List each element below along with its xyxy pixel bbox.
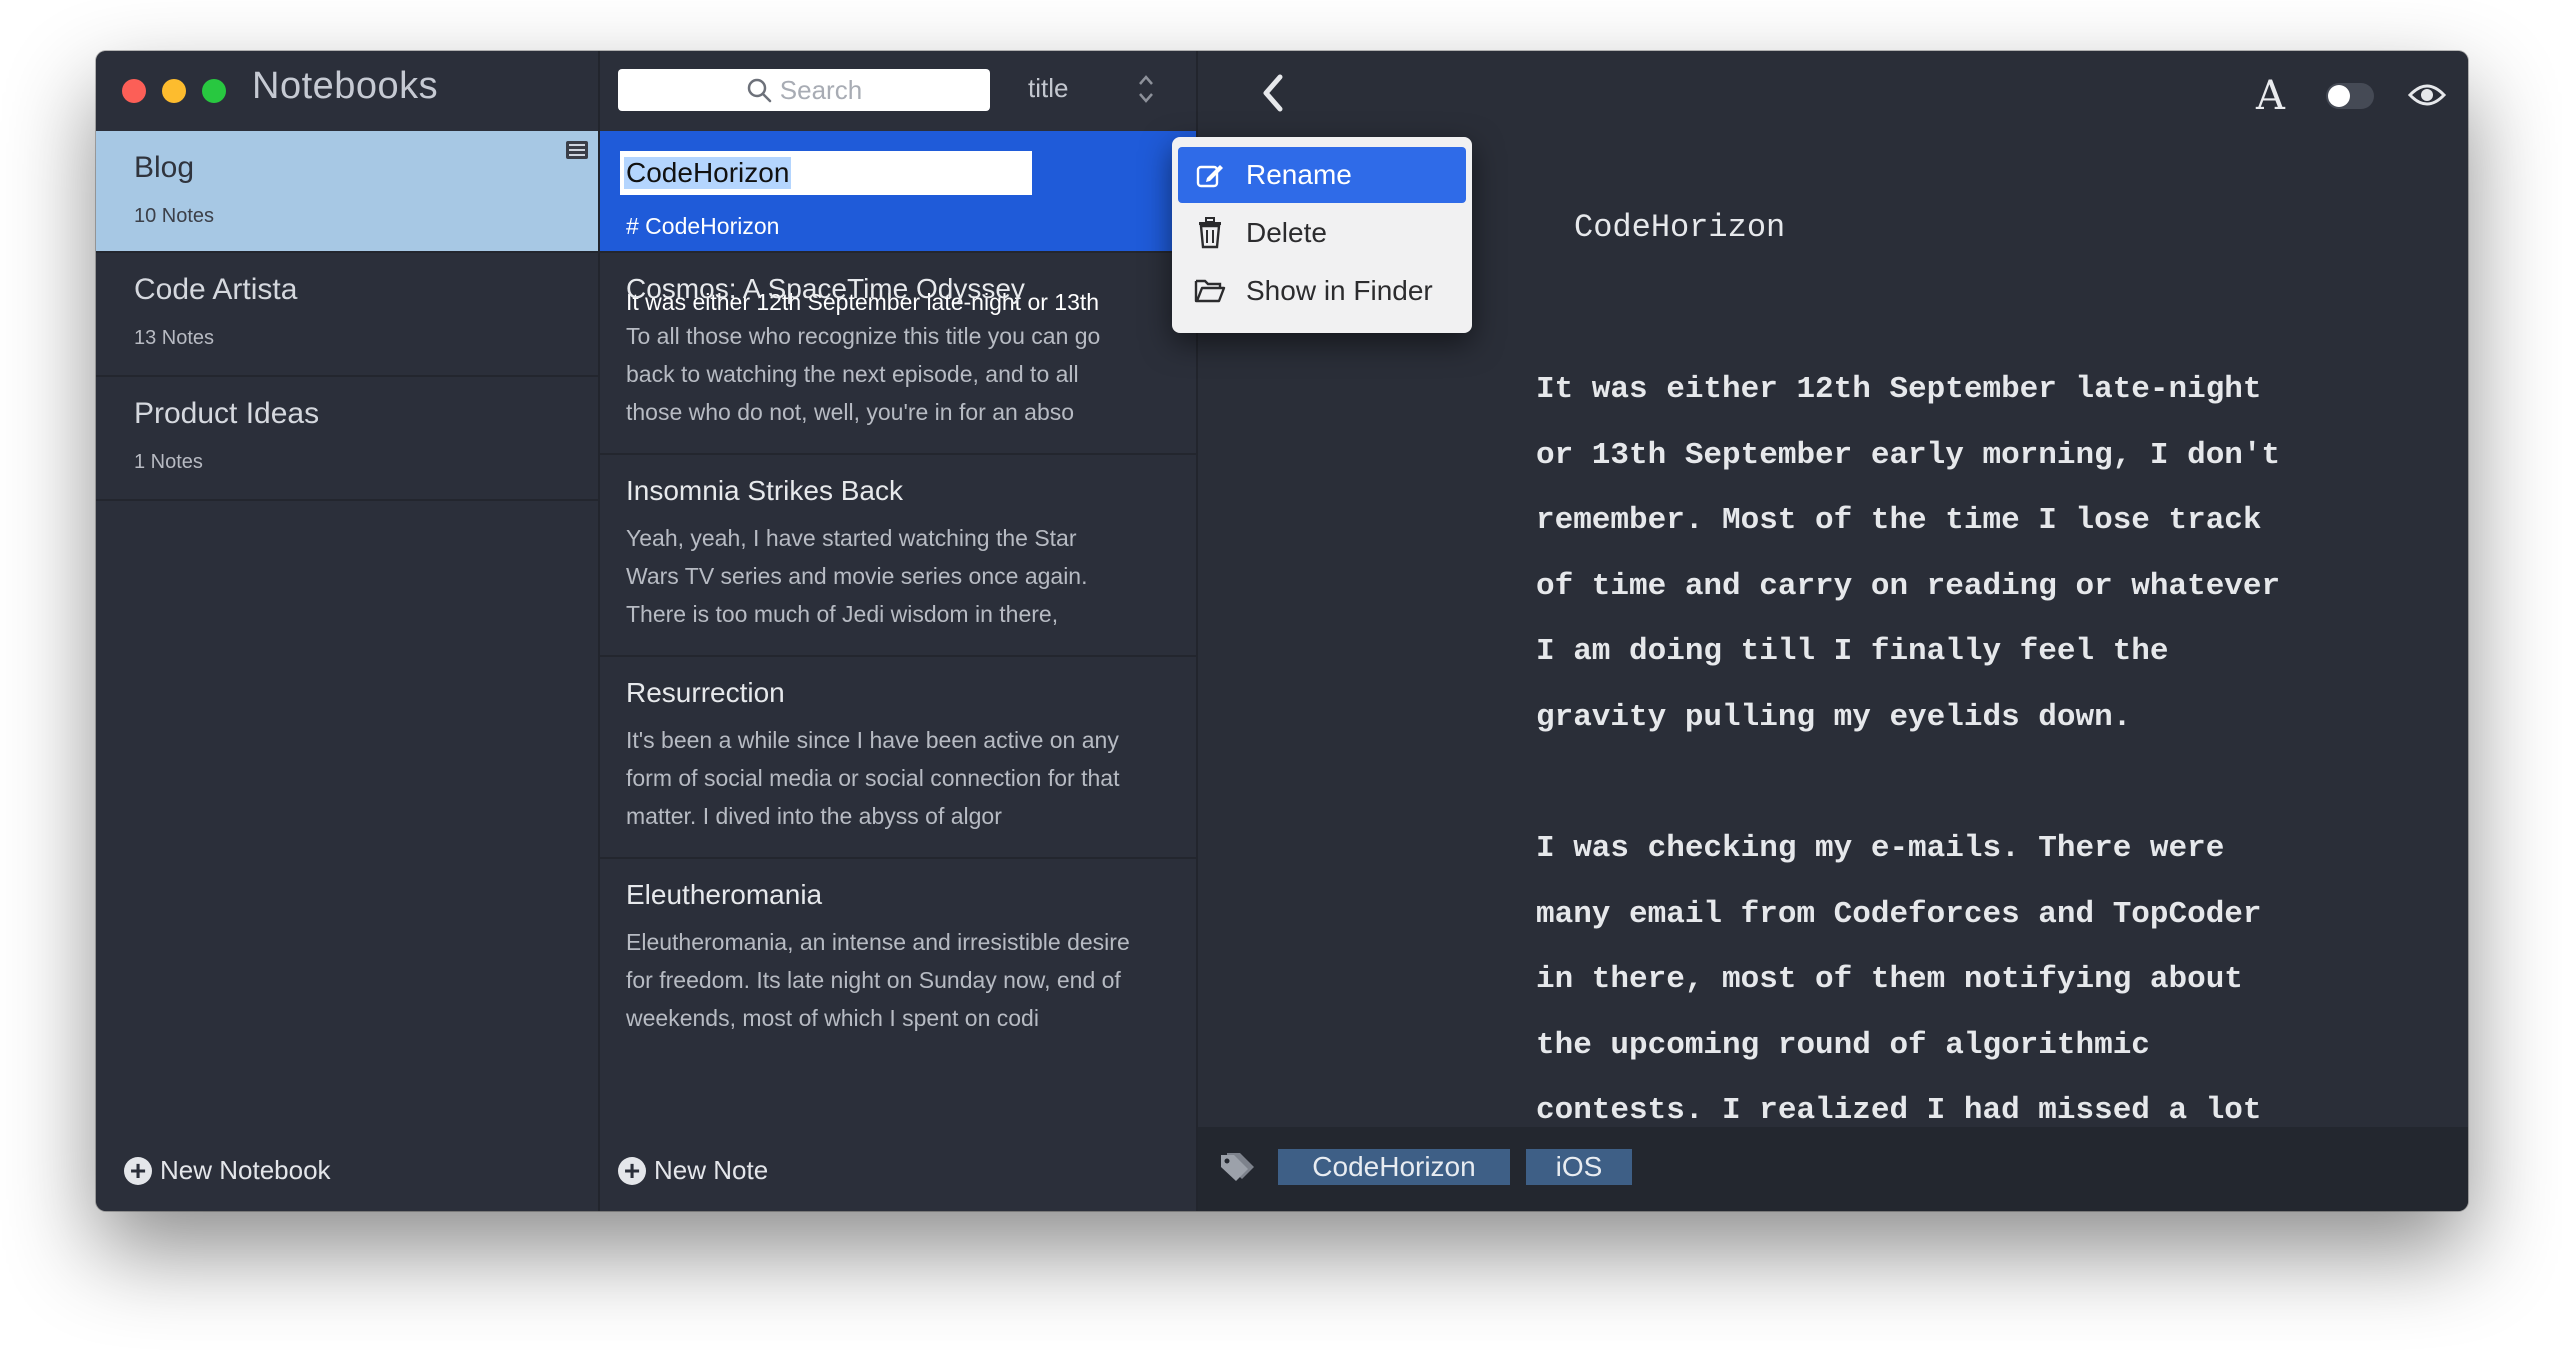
zoom-window-button[interactable] xyxy=(202,79,226,103)
document-line: remember. Most of the time I lose track xyxy=(1536,503,2262,539)
menu-item-show-in-finder[interactable]: Show in Finder xyxy=(1178,263,1466,319)
note-preview-line: It's been a while since I have been acti… xyxy=(626,727,1119,753)
toggle-knob xyxy=(2328,85,2350,107)
note-preview-line: There is too much of Jedi wisdom in ther… xyxy=(626,601,1059,627)
note-preview-line: Eleutheromania, an intense and irresisti… xyxy=(626,929,1130,955)
sidebar-title: Notebooks xyxy=(252,65,439,107)
notebooks-sidebar: Notebooks Blog 10 Notes Code Artista 13 … xyxy=(96,51,600,1211)
note-preview-line: matter. I dived into the abyss of algor xyxy=(626,803,1002,829)
trash-icon xyxy=(1192,215,1228,251)
note-preview: To all those who recognize this title yo… xyxy=(626,317,1146,431)
note-preview-line: for freedom. Its late night on Sunday no… xyxy=(626,967,1121,993)
menu-item-label: Delete xyxy=(1246,217,1327,248)
document-line: or 13th September early morning, I don't xyxy=(1536,437,2281,473)
document-line: the upcoming round of algorithmic xyxy=(1536,1027,2150,1063)
note-title: Insomnia Strikes Back xyxy=(626,475,903,506)
notebook-item-product-ideas[interactable]: Product Ideas 1 Notes xyxy=(96,377,598,501)
document-line: It was either 12th September late-night xyxy=(1536,372,2262,407)
note-title-rename-field[interactable]: CodeHorizon xyxy=(620,151,1032,195)
plus-circle-icon: + xyxy=(618,1156,646,1185)
note-item[interactable]: Eleutheromania Eleutheromania, an intens… xyxy=(600,859,1196,1061)
menu-item-delete[interactable]: Delete xyxy=(1178,205,1466,261)
document-line: gravity pulling my eyelids down. xyxy=(1536,699,2132,735)
search-input[interactable]: Search xyxy=(618,69,990,111)
notebook-name: Code Artista xyxy=(134,273,298,306)
note-item[interactable]: Resurrection It's been a while since I h… xyxy=(600,657,1196,859)
note-title: Resurrection xyxy=(626,677,785,708)
note-preview: Yeah, yeah, I have started watching the … xyxy=(626,519,1146,633)
eye-icon[interactable] xyxy=(2408,79,2446,111)
document-paragraph[interactable]: I was checking my e-mails. There were ma… xyxy=(1536,816,2336,1144)
document-line: of time and carry on reading or whatever xyxy=(1536,568,2281,604)
search-placeholder: Search xyxy=(779,74,863,105)
folder-icon xyxy=(1192,273,1228,309)
tag-chip[interactable]: iOS xyxy=(1526,1149,1632,1185)
tags-icon xyxy=(1221,1153,1254,1181)
document-line: in there, most of them notifying about xyxy=(1536,962,2243,998)
notebook-count: 10 Notes xyxy=(134,205,215,227)
menu-item-rename[interactable]: Rename xyxy=(1178,147,1466,203)
tag-chip[interactable]: CodeHorizon xyxy=(1278,1149,1510,1185)
minimize-window-button[interactable] xyxy=(162,79,186,103)
app-window: Notebooks Blog 10 Notes Code Artista 13 … xyxy=(96,51,2468,1211)
notebook-item-blog[interactable]: Blog 10 Notes xyxy=(96,131,598,253)
chevron-left-icon[interactable] xyxy=(1258,71,1288,115)
up-down-arrows-icon[interactable] xyxy=(1136,71,1156,107)
note-preview-line: Yeah, yeah, I have started watching the … xyxy=(626,525,1077,551)
note-preview-line: form of social media or social connectio… xyxy=(626,765,1120,791)
new-notebook-button[interactable]: + New Notebook xyxy=(124,1155,331,1186)
note-preview-line: weekends, most of which I spent on codi xyxy=(626,1005,1039,1031)
sort-select[interactable]: title xyxy=(1028,73,1068,104)
document-line: I was checking my e-mails. There were xyxy=(1536,831,2225,866)
notebook-menu-icon[interactable] xyxy=(566,141,588,159)
font-settings-icon[interactable]: A xyxy=(2256,73,2285,119)
notebook-item-code-artista[interactable]: Code Artista 13 Notes xyxy=(96,253,598,377)
edit-icon xyxy=(1192,157,1228,193)
note-preview-line: To all those who recognize this title yo… xyxy=(626,323,1101,349)
note-preview-line: Wars TV series and movie series once aga… xyxy=(626,563,1088,589)
note-item[interactable]: Cosmos: A SpaceTime Odyssey To all those… xyxy=(600,253,1196,455)
note-context-menu: Rename Delete Show in Finder xyxy=(1172,137,1472,333)
note-title: Cosmos: A SpaceTime Odyssey xyxy=(626,273,1025,304)
plus-circle-icon: + xyxy=(124,1156,152,1185)
note-list-panel: Search title CodeHorizon # CodeHorizon I… xyxy=(600,51,1198,1211)
notebook-name: Blog xyxy=(134,151,195,184)
theme-toggle[interactable] xyxy=(2326,83,2374,109)
new-note-button[interactable]: + New Note xyxy=(618,1155,768,1186)
search-icon xyxy=(747,78,772,103)
note-tag-line: # CodeHorizon xyxy=(626,213,780,239)
close-window-button[interactable] xyxy=(122,79,146,103)
menu-item-label: Show in Finder xyxy=(1246,275,1433,306)
notebook-count: 1 Notes xyxy=(134,451,203,473)
note-preview: Eleutheromania, an intense and irresisti… xyxy=(626,923,1146,1037)
document-line: I am doing till I finally feel the xyxy=(1536,634,2169,670)
document-paragraph[interactable]: It was either 12th September late-night … xyxy=(1536,357,2336,751)
notebook-name: Product Ideas xyxy=(134,397,320,430)
new-note-label: New Note xyxy=(654,1155,769,1185)
notebook-count: 13 Notes xyxy=(134,327,215,349)
note-item[interactable]: Insomnia Strikes Back Yeah, yeah, I have… xyxy=(600,455,1196,657)
note-item-active[interactable]: CodeHorizon # CodeHorizon It was either … xyxy=(600,131,1196,315)
note-preview-line: back to watching the next episode, and t… xyxy=(626,361,1079,387)
rename-field-text: CodeHorizon xyxy=(624,157,792,189)
note-preview-line: those who do not, well, you're in for an… xyxy=(626,399,1075,425)
note-preview: It's been a while since I have been acti… xyxy=(626,721,1146,835)
document-heading[interactable]: CodeHorizon xyxy=(1574,209,1785,246)
new-notebook-label: New Notebook xyxy=(160,1155,331,1185)
menu-item-label: Rename xyxy=(1246,159,1352,190)
titlebar: Notebooks xyxy=(96,51,598,131)
note-title: Eleutheromania xyxy=(626,879,823,910)
tag-bar: CodeHorizon iOS xyxy=(1198,1127,2468,1211)
document-line: many email from Codeforces and TopCoder xyxy=(1536,896,2262,932)
